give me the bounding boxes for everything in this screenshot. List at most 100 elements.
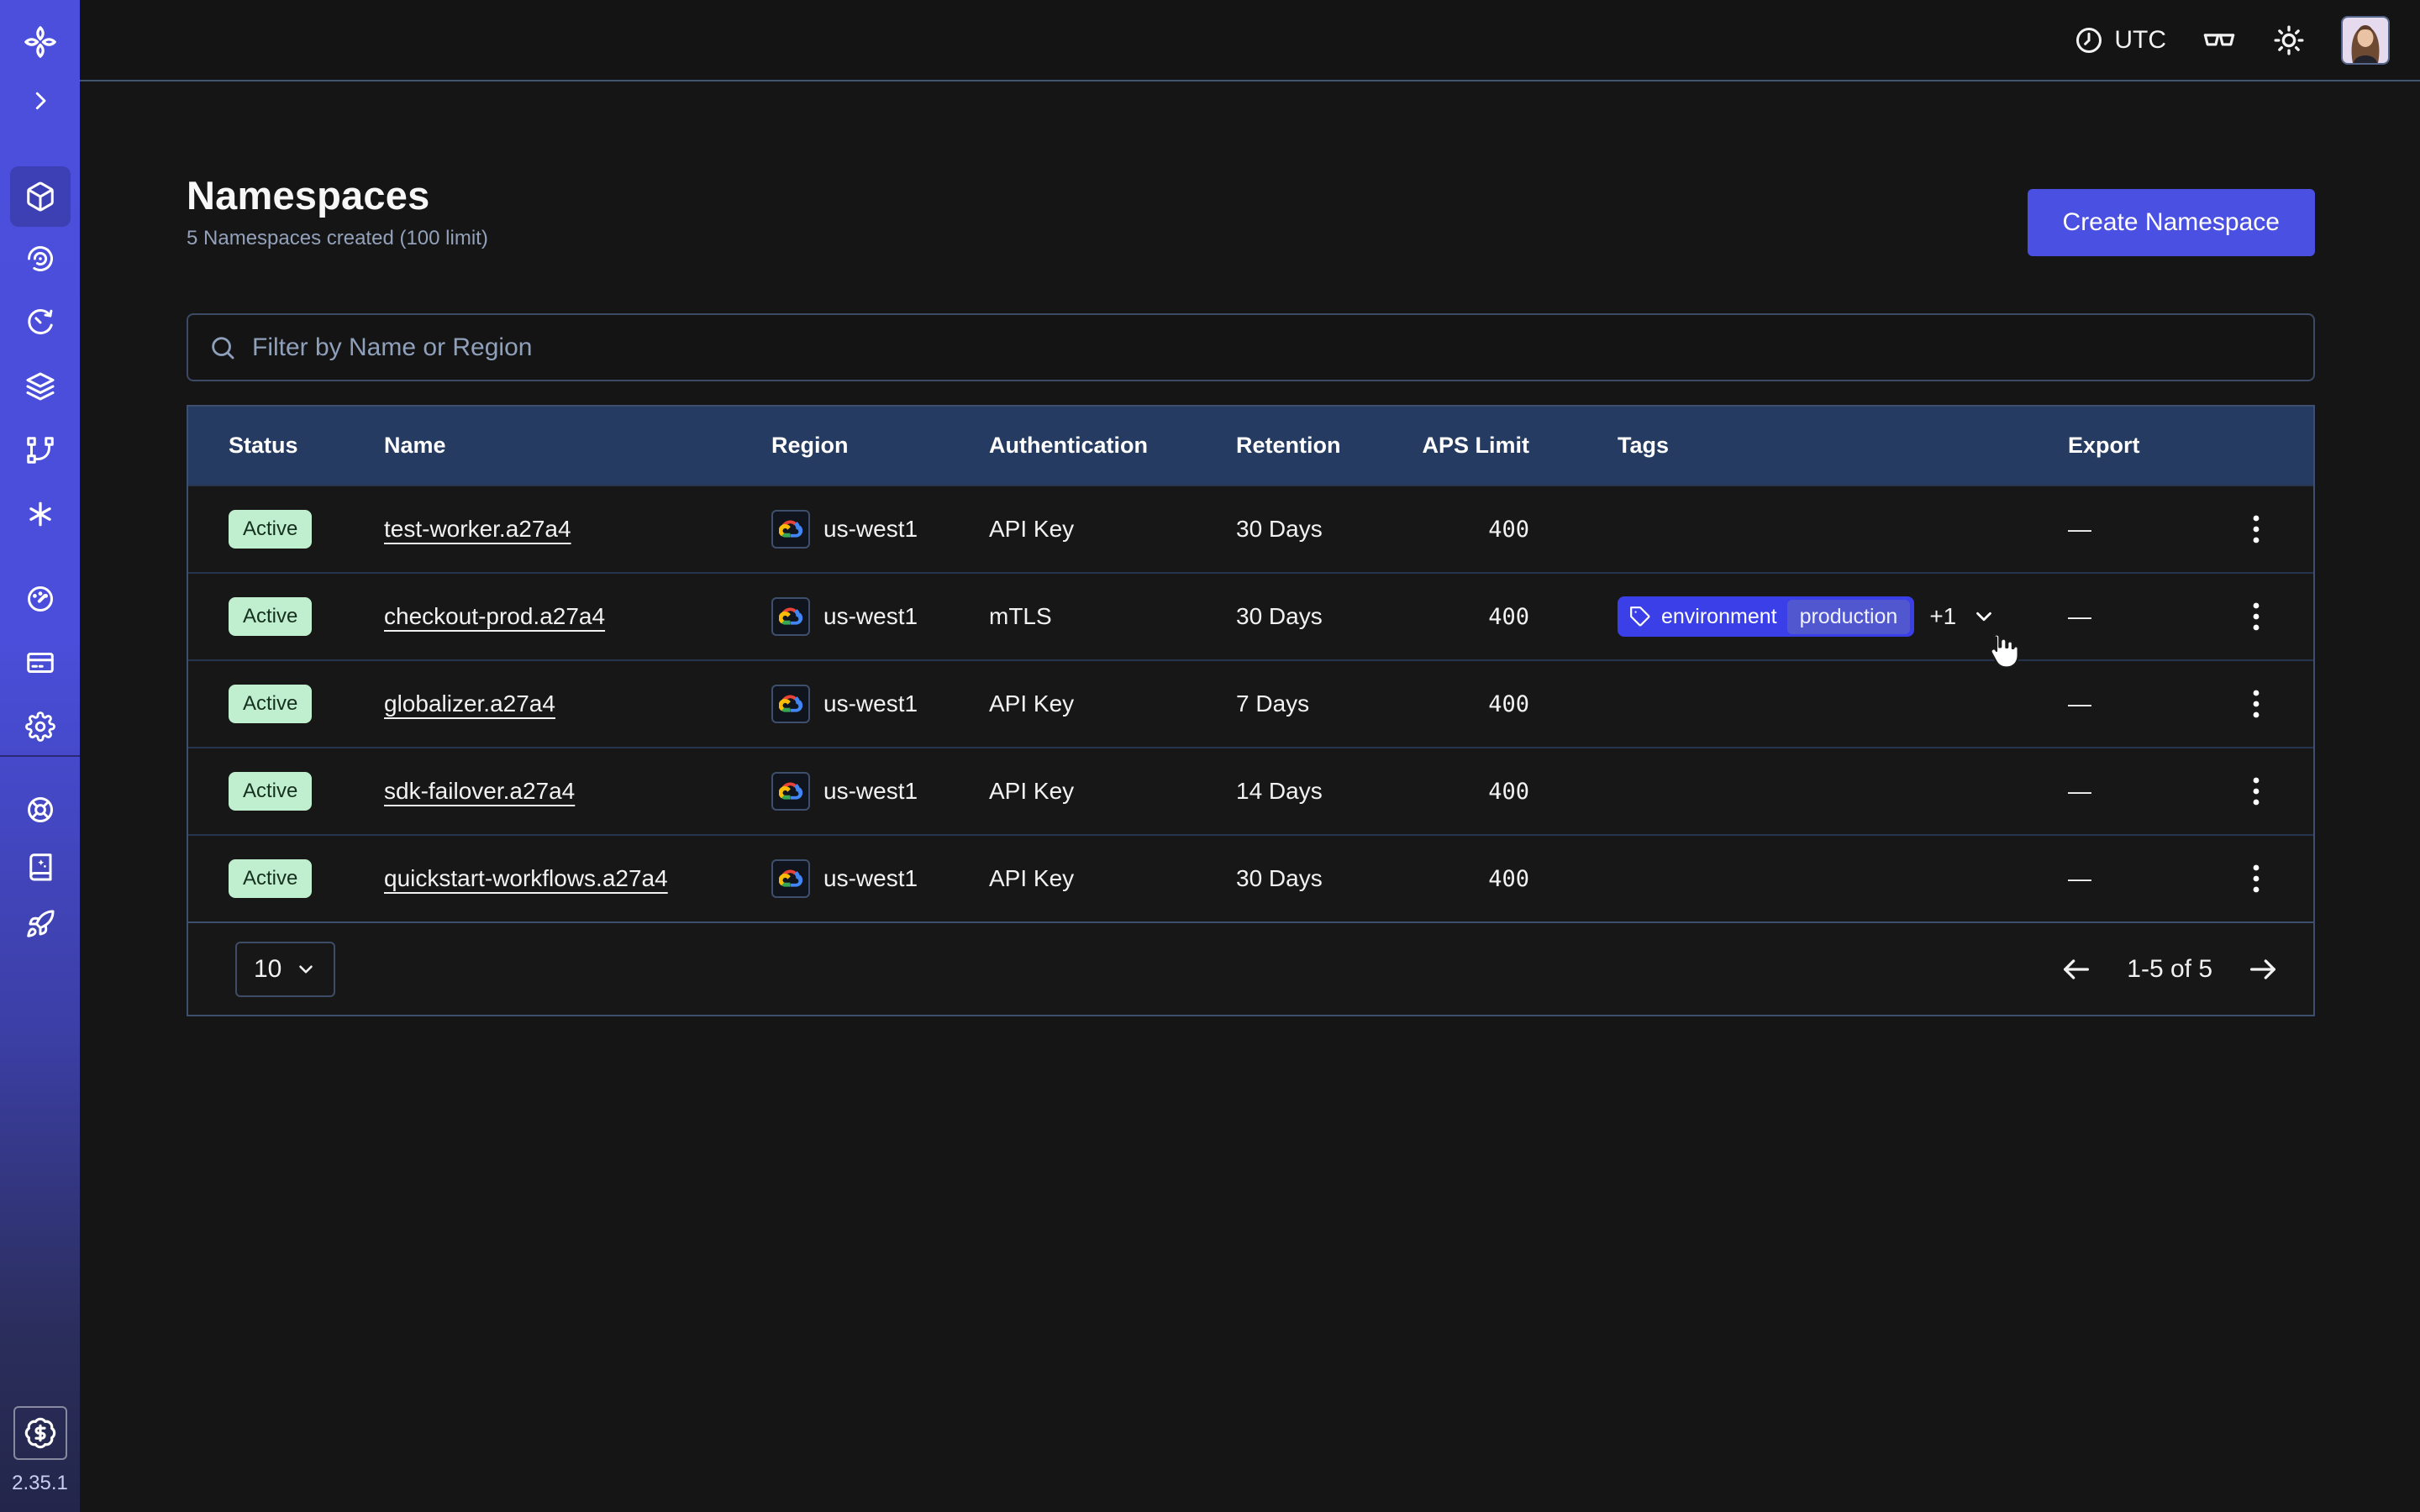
sidebar-expand-chevron-icon[interactable] [10,84,71,118]
tag-value: production [1787,600,1911,634]
col-retention: Retention [1236,433,1404,459]
content: Namespaces 5 Namespaces created (100 lim… [80,81,2420,1016]
auth-value: API Key [989,865,1236,892]
app-root: 2.35.1 UTC [0,0,2420,1512]
tag-more-count: +1 [1929,603,1956,630]
sidebar-item-support[interactable] [10,791,71,828]
timezone-selector[interactable]: UTC [2074,25,2166,55]
row-actions-menu-button[interactable] [2242,591,2270,642]
status-badge: Active [229,859,312,898]
pagination-range: 1-5 of 5 [2127,955,2212,984]
row-actions-menu-button[interactable] [2242,853,2270,904]
gcp-cloud-icon [771,859,810,898]
region-label: us-west1 [823,516,918,543]
filter-input-container [187,313,2315,381]
gcp-cloud-icon [771,597,810,636]
gcp-cloud-icon [771,510,810,549]
status-badge: Active [229,772,312,811]
retention-value: 30 Days [1236,516,1404,543]
clock-icon [2074,25,2104,55]
tag-key: environment [1661,605,1777,629]
next-page-button[interactable] [2246,953,2280,986]
namespace-link[interactable]: quickstart-workflows.a27a4 [384,865,668,891]
aps-value: 400 [1404,779,1533,805]
prev-page-button[interactable] [2060,953,2093,986]
sidebar-item-nexus[interactable] [10,496,71,533]
gcp-cloud-icon [771,772,810,811]
col-name: Name [384,433,771,459]
page-title: Namespaces [187,172,488,218]
auth-value: API Key [989,778,1236,805]
aps-value: 400 [1404,517,1533,543]
row-actions-menu-button[interactable] [2242,679,2270,729]
namespaces-table: Status Name Region Authentication Retent… [187,405,2315,1016]
table-footer: 10 1-5 of 5 [188,921,2313,1015]
table-row[interactable]: Active checkout-prod.a27a4 us-west1 [188,572,2313,659]
col-region: Region [771,433,989,459]
region-label: us-west1 [823,865,918,892]
temporal-logo-icon[interactable] [10,24,71,60]
col-aps: APS Limit [1404,433,1533,459]
status-badge: Active [229,597,312,636]
filter-input[interactable] [252,333,2293,362]
region-label: us-west1 [823,690,918,717]
auth-value: API Key [989,516,1236,543]
tag-expand-chevron-icon[interactable] [1971,604,1996,629]
page-size-value: 10 [254,955,281,984]
retention-value: 30 Days [1236,865,1404,892]
region-label: us-west1 [823,603,918,630]
sidebar-item-deployments[interactable] [10,368,71,405]
export-value: — [2068,865,2219,892]
main-area: UTC [80,0,2420,1512]
sidebar-item-namespaces[interactable] [10,166,71,227]
table-row[interactable]: Active sdk-failover.a27a4 us-west1 [188,747,2313,834]
col-status: Status [229,433,384,459]
retention-value: 30 Days [1236,603,1404,630]
aps-value: 400 [1404,866,1533,892]
row-actions-menu-button[interactable] [2242,504,2270,554]
data-converter-glasses-icon[interactable] [2202,23,2237,58]
namespace-link[interactable]: checkout-prod.a27a4 [384,603,605,629]
retention-value: 7 Days [1236,690,1404,717]
sidebar-divider [0,755,80,757]
create-namespace-button[interactable]: Create Namespace [2028,189,2315,256]
sidebar-item-workflows[interactable] [10,240,71,277]
page-size-select[interactable]: 10 [235,942,335,997]
sidebar-item-schedules[interactable] [10,304,71,341]
table-row[interactable]: Active test-worker.a27a4 us-west1 [188,485,2313,572]
search-icon [208,333,237,362]
table-row[interactable]: Active quickstart-workflows.a27a4 us-wes… [188,834,2313,921]
export-value: — [2068,603,2219,630]
sidebar-item-batch-operations[interactable] [10,432,71,469]
sidebar-item-getting-started[interactable] [10,906,71,942]
status-badge: Active [229,685,312,723]
region-label: us-west1 [823,778,918,805]
namespace-link[interactable]: test-worker.a27a4 [384,516,571,542]
namespace-link[interactable]: globalizer.a27a4 [384,690,555,717]
gcp-cloud-icon [771,685,810,723]
table-header: Status Name Region Authentication Retent… [188,407,2313,485]
topbar: UTC [80,0,2420,81]
sidebar-item-settings[interactable] [10,708,71,745]
auth-value: API Key [989,690,1236,717]
aps-value: 400 [1404,604,1533,630]
col-tags: Tags [1533,433,2068,459]
namespace-link[interactable]: sdk-failover.a27a4 [384,778,575,804]
auth-value: mTLS [989,603,1236,630]
sidebar-item-docs[interactable] [10,848,71,885]
timezone-label: UTC [2114,26,2166,55]
export-value: — [2068,690,2219,717]
table-row[interactable]: Active globalizer.a27a4 us-west1 [188,659,2313,747]
col-auth: Authentication [989,433,1236,459]
sidebar-item-billing[interactable] [10,644,71,681]
pricing-badge-icon[interactable] [13,1406,67,1460]
aps-value: 400 [1404,691,1533,717]
retention-value: 14 Days [1236,778,1404,805]
user-avatar[interactable] [2341,16,2390,65]
version-label: 2.35.1 [12,1472,68,1495]
row-actions-menu-button[interactable] [2242,766,2270,816]
tag-chip[interactable]: environment production [1618,596,1914,637]
chevron-down-icon [295,958,317,980]
theme-toggle-sun-icon[interactable] [2272,24,2306,57]
sidebar-item-usage[interactable] [10,580,71,617]
